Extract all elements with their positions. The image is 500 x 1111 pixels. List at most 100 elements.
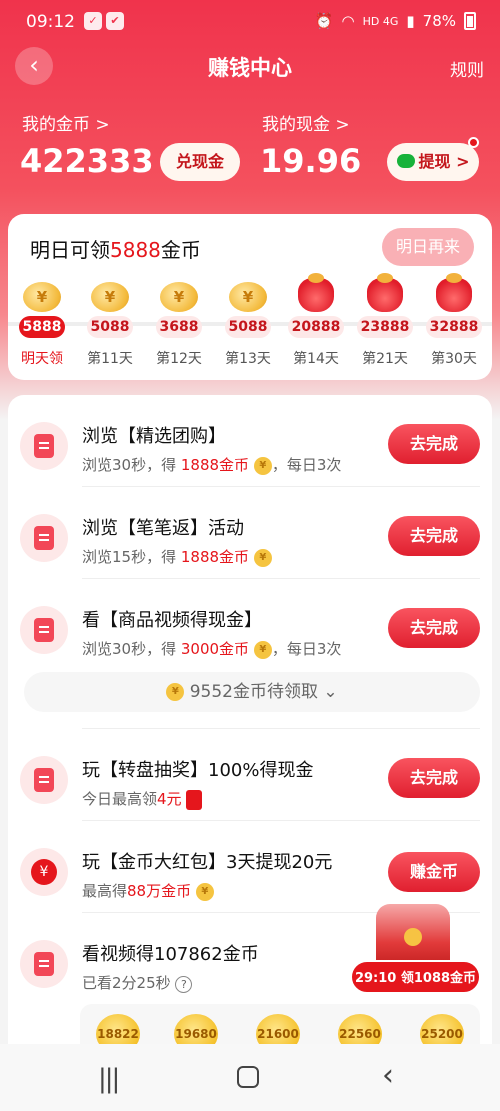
withdraw-button[interactable]: 提现 > (387, 143, 479, 181)
recent-apps-icon[interactable]: ||| (98, 1064, 120, 1094)
coin-stack-icon: ¥ (91, 282, 129, 312)
task-sub-reward: 88万金币 (127, 882, 192, 900)
day-amount: 5888 (18, 316, 66, 338)
task-row: 玩【转盘抽奖】100%得现金 今日最高领4元 去完成 (20, 756, 480, 846)
pending-coins-toggle[interactable]: ¥ 9552金币待领取 ⌄ (24, 672, 480, 712)
status-time: 09:12 (26, 12, 75, 32)
task-go-button[interactable]: 赚金币 (388, 852, 480, 892)
task-subtitle: 浏览30秒，得 3000金币 ¥ ，每日3次 (82, 638, 341, 659)
checkin-day: 32888 第30天 (424, 273, 484, 368)
page-title: 赚钱中心 (208, 56, 292, 80)
task-subtitle: 最高得88万金币 ¥ (82, 880, 214, 901)
treasure-chest-icon[interactable] (376, 904, 450, 968)
task-go-button[interactable]: 去完成 (388, 758, 480, 798)
check-notification-icon: ✔ (106, 12, 124, 30)
floating-countdown-reward[interactable]: 29:10 领1088金币 (350, 960, 481, 994)
coin-stack-icon: ¥ (160, 282, 198, 312)
divider (82, 820, 480, 821)
day-label: 明天领 (21, 351, 63, 367)
coins-value: 422333 (20, 142, 154, 180)
wifi-icon: ◠ (341, 12, 355, 30)
task-subtitle: 浏览15秒，得 1888金币 ¥ (82, 546, 272, 567)
checkin-day: ¥ 5088 第13天 (218, 282, 278, 368)
coin-icon: ¥ (253, 548, 272, 567)
pending-coins-label: 9552金币待领取 (189, 682, 318, 702)
clipboard-icon (20, 422, 68, 470)
home-icon[interactable] (237, 1066, 259, 1088)
checkin-day: ¥ 5888 明天领 (12, 282, 72, 368)
checkin-title: 明日可领5888金币 (30, 234, 201, 263)
checkin-card: 明日可领5888金币 明日再来 ¥ 5888 明天领 ¥ 5088 第11天 ¥… (8, 214, 492, 380)
signal-icon: ▮ (406, 12, 415, 30)
wechat-icon (396, 153, 415, 168)
task-go-button[interactable]: 去完成 (388, 424, 480, 464)
task-title: 浏览【笔笔返】活动 (82, 518, 244, 539)
task-go-button[interactable]: 去完成 (388, 608, 480, 648)
task-sub-reward: 1888金币 (180, 548, 250, 566)
task-sub-text: 最高得 (82, 882, 128, 900)
checkin-day: ¥ 5088 第11天 (80, 282, 140, 368)
task-row: 浏览【精选团购】 浏览30秒，得 1888金币 ¥ ，每日3次 去完成 (20, 422, 480, 512)
task-subtitle: 浏览30秒，得 1888金币 ¥ ，每日3次 (82, 454, 341, 475)
day-label: 第12天 (156, 351, 202, 367)
task-sub-text: 浏览30秒，得 (82, 640, 181, 658)
status-bar: 09:12 ✓ ✔ ⏰ ◠ HD 4G ▮ 78% (0, 0, 500, 44)
coins-label[interactable]: 我的金币 > (22, 110, 110, 135)
coin-icon: ¥ (253, 640, 272, 659)
day-amount: 3688 (155, 316, 203, 338)
checkin-title-prefix: 明日可领 (30, 238, 110, 262)
task-title: 看【商品视频得现金】 (82, 610, 262, 631)
come-back-tomorrow-button[interactable]: 明日再来 (382, 228, 474, 266)
rules-link[interactable]: 规则 (450, 56, 484, 81)
cash-value: 19.96 (260, 142, 362, 180)
day-amount: 20888 (287, 316, 345, 338)
divider (82, 728, 480, 729)
divider (82, 486, 480, 487)
task-go-button[interactable]: 去完成 (388, 516, 480, 556)
chevron-down-icon: ⌄ (323, 682, 338, 702)
network-label: HD 4G (362, 14, 399, 28)
withdraw-label: 提现 > (418, 152, 470, 171)
task-sub-reward: 1888金币 (180, 456, 250, 474)
task-sub-text: 已看2分25秒 (82, 974, 171, 992)
money-bag-icon (436, 273, 472, 312)
task-title: 玩【金币大红包】3天提现20元 (82, 852, 333, 873)
task-sub-reward: 3000金币 (180, 640, 250, 658)
day-amount: 5088 (86, 316, 134, 338)
day-label: 第14天 (293, 351, 339, 367)
coin-icon: ¥ (195, 882, 214, 901)
battery-icon (464, 12, 476, 30)
money-bag-icon (298, 273, 334, 312)
clipboard-icon (20, 756, 68, 804)
calendar-icon (20, 940, 68, 988)
system-nav-bar: ||| ‹ (0, 1044, 500, 1111)
task-sub-limit: ，每日3次 (271, 456, 342, 474)
money-bag-icon (367, 273, 403, 312)
divider (82, 578, 480, 579)
day-label: 第11天 (87, 351, 133, 367)
help-icon[interactable]: ? (175, 976, 193, 993)
coin-icon: ¥ (253, 456, 272, 475)
task-sub-limit: ，每日3次 (271, 640, 342, 658)
day-label: 第13天 (225, 351, 271, 367)
day-amount: 32888 (425, 316, 483, 338)
cash-label[interactable]: 我的现金 > (262, 110, 350, 135)
checkin-title-suffix: 金币 (160, 238, 201, 262)
back-icon[interactable]: ‹ (382, 1058, 394, 1093)
coin-icon: ¥ (166, 683, 185, 701)
task-sub-reward: 4元 (157, 790, 182, 808)
task-row: 浏览【笔笔返】活动 浏览15秒，得 1888金币 ¥ 去完成 (20, 514, 480, 604)
red-envelope-icon (186, 789, 203, 810)
app-notification-icon: ✓ (84, 12, 102, 30)
coin-stack-icon: ¥ (23, 282, 61, 312)
checkin-day: ¥ 3688 第12天 (149, 282, 209, 368)
task-title: 看视频得107862金币 (82, 944, 259, 965)
checkin-title-amount: 5888 (110, 238, 161, 262)
battery-label: 78% (422, 12, 456, 30)
checkin-day: 23888 第21天 (355, 273, 415, 368)
task-title: 浏览【精选团购】 (82, 426, 226, 447)
task-sub-text: 浏览15秒，得 (82, 548, 181, 566)
yuan-coin-icon: ¥ (20, 848, 68, 896)
notification-dot (468, 137, 479, 148)
exchange-cash-button[interactable]: 兑现金 (160, 143, 240, 181)
